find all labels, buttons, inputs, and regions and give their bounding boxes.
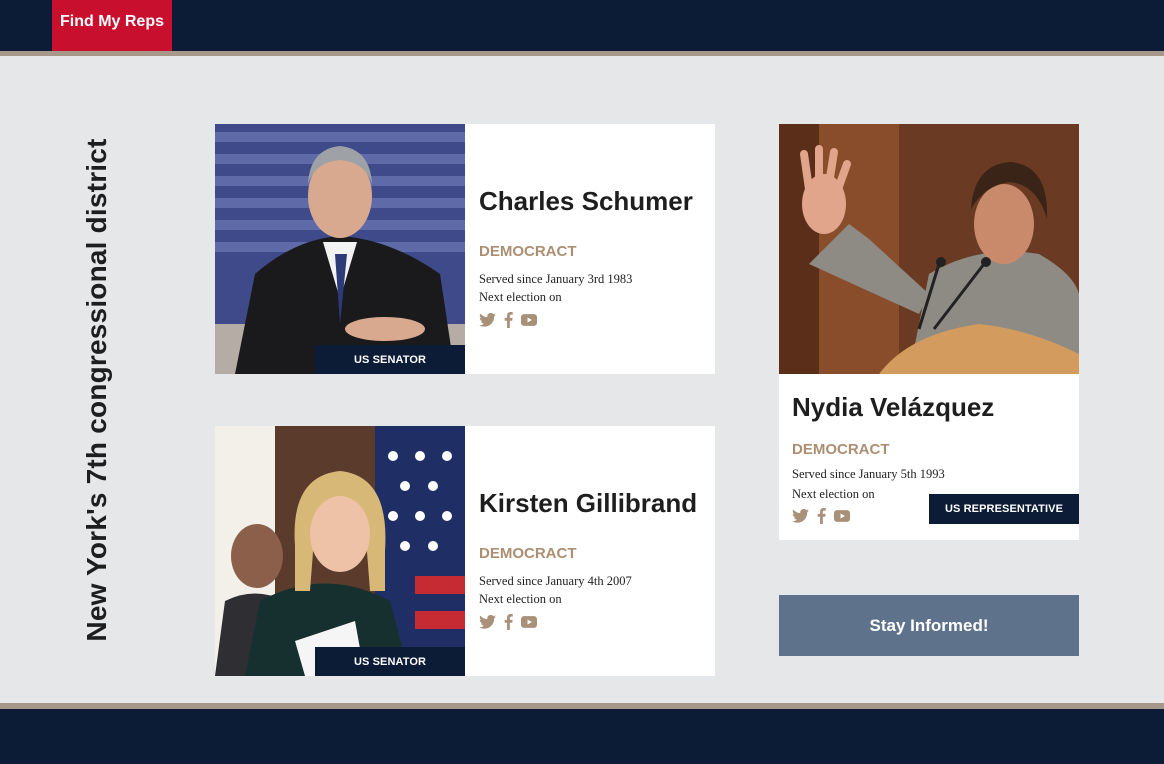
- top-nav-bar: Find My Reps: [0, 0, 1164, 56]
- rep-served-since: Served since January 5th 1993: [792, 467, 945, 481]
- find-my-reps-logo-button[interactable]: Find My Reps: [52, 0, 172, 51]
- rep-card-velazquez: Nydia Velázquez DEMOCRACT Served since J…: [779, 124, 1079, 540]
- rep-card-schumer: US SENATOR Charles Schumer DEMOCRACT Ser…: [215, 124, 715, 374]
- rep-photo-schumer: [215, 124, 465, 374]
- rep-party: DEMOCRACT: [479, 243, 577, 260]
- facebook-icon[interactable]: [504, 312, 513, 328]
- rep-name: Charles Schumer: [479, 186, 693, 216]
- twitter-icon[interactable]: [792, 509, 809, 523]
- rep-name: Nydia Velázquez: [792, 392, 995, 422]
- youtube-icon[interactable]: [521, 314, 537, 326]
- twitter-icon[interactable]: [479, 615, 496, 629]
- footer-bar: [0, 703, 1164, 764]
- youtube-icon[interactable]: [834, 510, 850, 522]
- rep-served-since: Served since January 4th 2007: [479, 574, 632, 588]
- role-badge: US REPRESENTATIVE: [929, 494, 1079, 524]
- rep-served-since: Served since January 3rd 1983: [479, 272, 633, 286]
- rep-card-gillibrand: US SENATOR Kirsten Gillibrand DEMOCRACT …: [215, 426, 715, 676]
- rep-next-election: Next election on: [479, 290, 562, 304]
- twitter-icon[interactable]: [479, 313, 496, 327]
- facebook-icon[interactable]: [504, 614, 513, 630]
- youtube-icon[interactable]: [521, 616, 537, 628]
- rep-name: Kirsten Gillibrand: [479, 488, 698, 518]
- facebook-icon[interactable]: [817, 508, 826, 524]
- stay-informed-button[interactable]: Stay Informed!: [779, 595, 1079, 656]
- rep-photo-gillibrand: [215, 426, 465, 676]
- rep-next-election: Next election on: [479, 592, 562, 606]
- role-badge: US SENATOR: [315, 647, 465, 676]
- rep-photo-velazquez: [779, 124, 1079, 374]
- rep-party: DEMOCRACT: [792, 441, 890, 458]
- district-title: New York's 7th congressional district: [81, 138, 112, 642]
- rep-party: DEMOCRACT: [479, 545, 577, 562]
- role-badge: US SENATOR: [315, 345, 465, 374]
